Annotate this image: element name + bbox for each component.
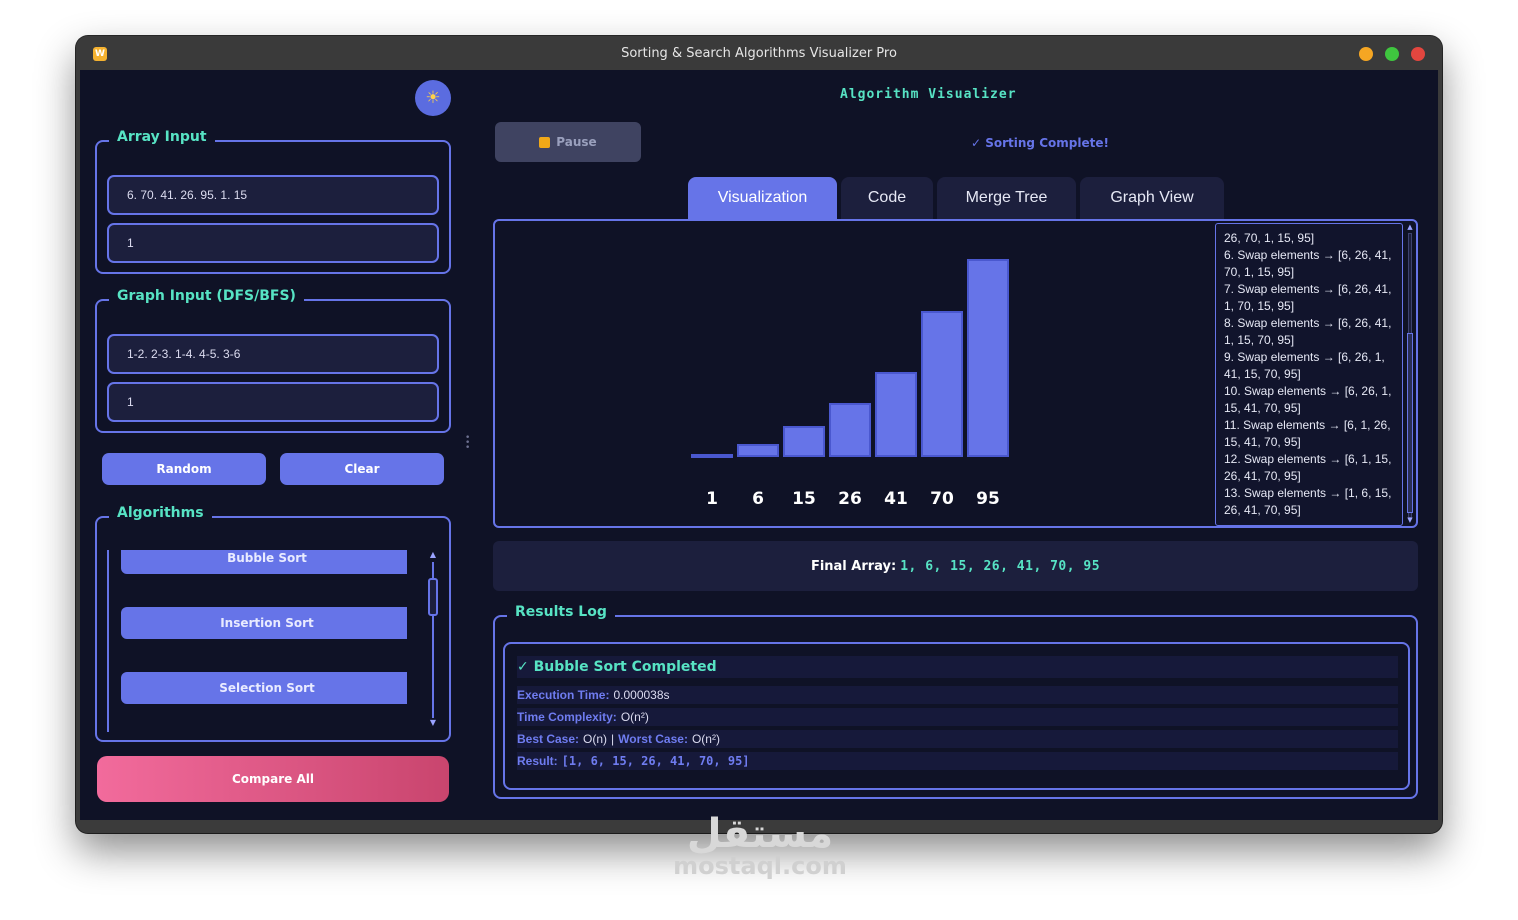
scroll-thumb[interactable]: [1407, 333, 1413, 513]
bar-label: 95: [976, 489, 1000, 509]
bar-label: 1: [706, 489, 718, 509]
graph-input-title: Graph Input (DFS/BFS): [109, 288, 304, 304]
worst-case-value: O(n²): [691, 732, 720, 746]
bar: [737, 444, 779, 457]
step-entry: 9. Swap elements → [6, 26, 1, 41, 15, 70…: [1224, 350, 1385, 381]
steps-scrollbar[interactable]: ▲ ▼: [1405, 223, 1415, 526]
search-target-input[interactable]: 1: [107, 223, 439, 263]
insertion-sort-button[interactable]: Insertion Sort: [121, 607, 407, 639]
steps-log: 26, 70, 1, 15, 95] 6. Swap elements → [6,…: [1215, 223, 1403, 526]
time-complexity-row: Time Complexity: O(n²): [517, 708, 1398, 726]
app-icon: W: [93, 47, 107, 61]
final-array-label: Final Array:: [810, 558, 897, 574]
bar-label: 15: [792, 489, 816, 509]
bar: [967, 259, 1009, 457]
scroll-down-icon[interactable]: ▼: [1405, 516, 1415, 524]
step-entry: 12. Swap elements → [6, 1, 15, 26, 41, 7…: [1224, 452, 1392, 483]
main-content: ☀ Array Input 6. 70. 41. 26. 95. 1. 15 1…: [80, 70, 1438, 820]
bar-label: 41: [884, 489, 908, 509]
visualization-panel: 1 6 15 26 41 70 95 26, 70, 1, 15, 95] 6. Swap e…: [493, 219, 1418, 528]
time-complexity-value: O(n²): [620, 710, 649, 724]
results-heading: ✓ Bubble Sort Completed: [517, 659, 717, 675]
bar: [691, 454, 733, 458]
tab-code[interactable]: Code: [841, 177, 933, 219]
window-title: Sorting & Search Algorithms Visualizer P…: [621, 45, 897, 61]
final-array-bar: Final Array: 1, 6, 15, 26, 41, 70, 95: [493, 541, 1418, 591]
result-value: [1, 6, 15, 26, 41, 70, 95]: [561, 754, 750, 768]
array-input-title: Array Input: [109, 129, 215, 145]
scroll-down-icon[interactable]: ▼: [427, 718, 439, 727]
case-complexity-row: Best Case: O(n) | Worst Case: O(n²): [517, 730, 1398, 748]
best-case-value: O(n): [583, 732, 608, 746]
algorithms-scrollbar[interactable]: ▲ ▼: [427, 550, 439, 730]
sun-icon: ☀: [425, 88, 441, 108]
bar-label: 6: [752, 489, 764, 509]
results-box: ✓ Bubble Sort Completed Execution Time: …: [503, 642, 1410, 790]
compare-all-button[interactable]: Compare All: [97, 756, 449, 802]
scroll-up-icon[interactable]: ▲: [427, 550, 439, 559]
bar: [829, 403, 871, 457]
graph-start-input[interactable]: 1: [107, 382, 439, 422]
bar: [875, 372, 917, 457]
random-button[interactable]: Random: [102, 453, 266, 485]
algorithms-list: Bubble Sort Insertion Sort Selection Sor…: [107, 550, 407, 732]
watermark-latin: mostaql.com: [673, 852, 847, 880]
pause-icon: [539, 136, 551, 148]
bar: [921, 311, 963, 457]
scroll-thumb[interactable]: [428, 578, 438, 616]
array-input-group: Array Input 6. 70. 41. 26. 95. 1. 15 1: [95, 129, 451, 274]
results-log-group: Results Log ✓ Bubble Sort Completed Exec…: [493, 604, 1418, 799]
step-entry: 10. Swap elements → [6, 26, 1, 15, 41, 7…: [1224, 384, 1392, 415]
scroll-up-icon[interactable]: ▲: [1405, 223, 1415, 231]
tab-merge-tree[interactable]: Merge Tree: [937, 177, 1076, 219]
panel-splitter-handle[interactable]: • • •: [465, 434, 471, 453]
clear-button[interactable]: Clear: [280, 453, 444, 485]
step-entry: 8. Swap elements → [6, 26, 41, 1, 15, 70…: [1224, 316, 1392, 347]
step-entry: 13. Swap elements → [1, 6, 15, 26, 41, 7…: [1224, 486, 1392, 517]
graph-edges-input[interactable]: 1-2. 2-3. 1-4. 4-5. 3-6: [107, 334, 439, 374]
algorithms-group: Algorithms Bubble Sort Insertion Sort Se…: [95, 505, 451, 742]
step-entry: 11. Swap elements → [6, 1, 26, 15, 41, 7…: [1224, 418, 1391, 449]
close-button[interactable]: [1411, 47, 1425, 61]
execution-time-row: Execution Time: 0.000038s: [517, 686, 1398, 704]
array-values-input[interactable]: 6. 70. 41. 26. 95. 1. 15: [107, 175, 439, 215]
maximize-button[interactable]: [1385, 47, 1399, 61]
status-text: ✓ Sorting Complete!: [971, 136, 1109, 150]
bar-label: 26: [838, 489, 862, 509]
step-entry: 6. Swap elements → [6, 26, 41, 70, 1, 15…: [1224, 248, 1392, 279]
bar-label: 70: [930, 489, 954, 509]
pause-label: Pause: [556, 135, 597, 149]
theme-toggle-button[interactable]: ☀: [415, 80, 451, 116]
execution-time-value: 0.000038s: [613, 688, 670, 702]
tab-visualization[interactable]: Visualization: [688, 177, 837, 219]
final-array-value: 1, 6, 15, 26, 41, 70, 95: [900, 558, 1101, 574]
result-row: Result: [1, 6, 15, 26, 41, 70, 95]: [517, 752, 1398, 770]
bar: [783, 426, 825, 457]
graph-input-group: Graph Input (DFS/BFS) 1-2. 2-3. 1-4. 4-5…: [95, 288, 451, 433]
pause-button[interactable]: Pause: [495, 122, 641, 162]
tab-graph-view[interactable]: Graph View: [1080, 177, 1224, 219]
visualizer-title: Algorithm Visualizer: [840, 87, 1017, 102]
selection-sort-button[interactable]: Selection Sort: [121, 672, 407, 704]
step-entry: 26, 70, 1, 15, 95]: [1224, 231, 1315, 245]
bubble-sort-button[interactable]: Bubble Sort: [121, 550, 407, 574]
app-window: W Sorting & Search Algorithms Visualizer…: [76, 36, 1442, 833]
step-entry: 7. Swap elements → [6, 26, 41, 1, 70, 15…: [1224, 282, 1392, 313]
minimize-button[interactable]: [1359, 47, 1373, 61]
watermark: مستقل mostaql.com: [600, 812, 920, 880]
results-log-title: Results Log: [507, 604, 615, 620]
title-bar: W Sorting & Search Algorithms Visualizer…: [76, 36, 1442, 70]
algorithms-title: Algorithms: [109, 505, 212, 521]
watermark-arabic: مستقل: [686, 811, 834, 857]
